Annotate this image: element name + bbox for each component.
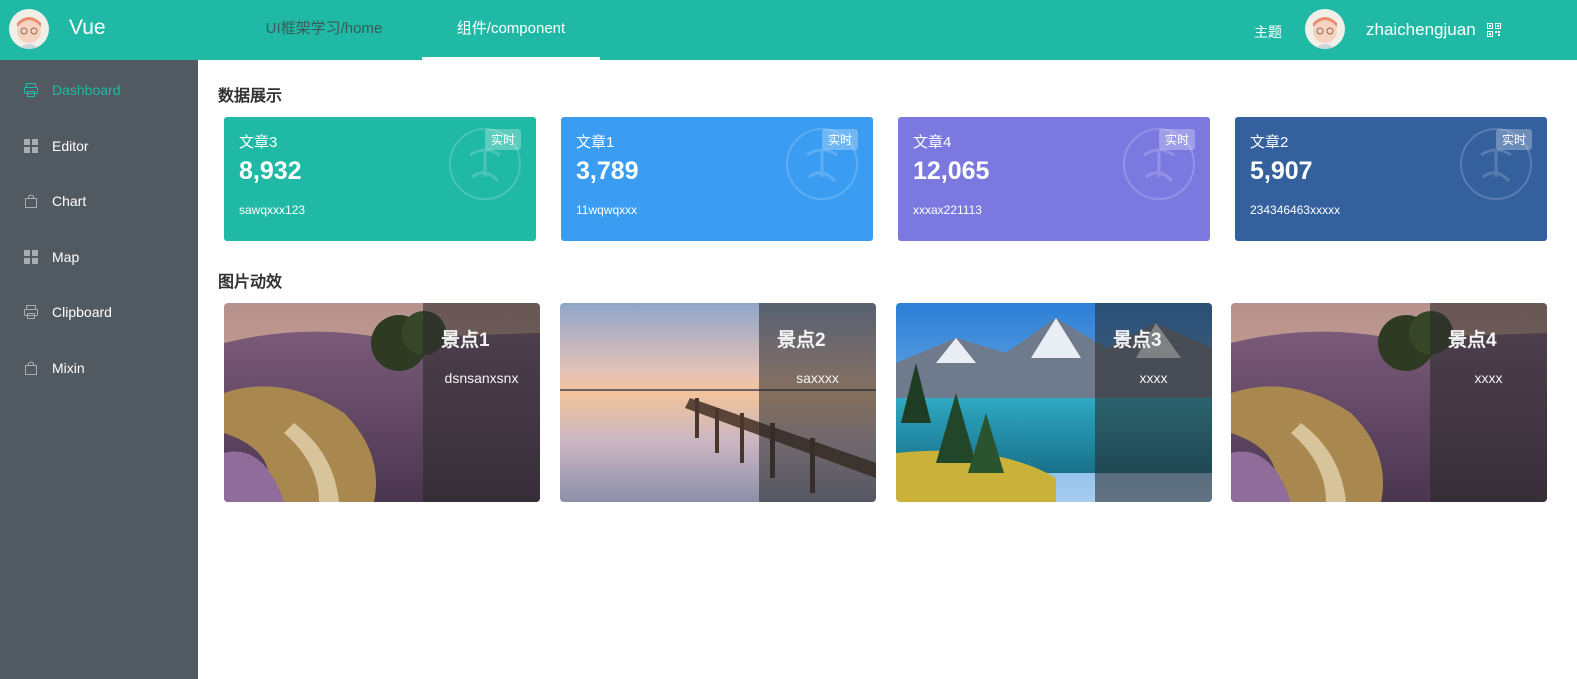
- logo-avatar: [9, 9, 49, 49]
- sidebar-item-label: Map: [52, 249, 80, 265]
- sidebar-item-map[interactable]: Map: [0, 229, 198, 285]
- sidebar: Dashboard Editor Chart Map Clipboard Mix…: [0, 60, 198, 679]
- sidebar-item-mixin[interactable]: Mixin: [0, 340, 198, 396]
- sidebar-item-clipboard[interactable]: Clipboard: [0, 284, 198, 340]
- section-title-pictures: 图片动效: [218, 274, 283, 291]
- picture-card[interactable]: 景点4 xxxx: [1231, 303, 1547, 502]
- stat-value: 5,907: [1250, 157, 1313, 185]
- picture-title: 景点1: [441, 330, 490, 351]
- sidebar-item-editor[interactable]: Editor: [0, 118, 198, 174]
- grid-icon: [24, 250, 38, 264]
- sidebar-item-dashboard[interactable]: Dashboard: [0, 62, 198, 118]
- user-avatar[interactable]: [1305, 9, 1345, 49]
- bag-icon: [25, 361, 37, 375]
- stat-card[interactable]: 文章2 实时 5,907 234346463xxxxx: [1235, 117, 1547, 241]
- sidebar-item-chart[interactable]: Chart: [0, 173, 198, 229]
- user-name[interactable]: zhaichengjuan: [1366, 20, 1476, 40]
- grid-icon: [24, 139, 38, 153]
- stat-name: 文章4: [913, 134, 952, 151]
- realtime-badge: 实时: [1158, 129, 1195, 150]
- picture-card[interactable]: 景点3 xxxx: [896, 303, 1212, 502]
- picture-desc: saxxxx: [796, 370, 839, 386]
- top-header: Vue UI框架学习/home 组件/component 主题 zhaichen…: [0, 0, 1577, 60]
- section-title-data: 数据展示: [218, 88, 283, 105]
- printer-icon: [24, 83, 38, 97]
- picture-desc: xxxx: [1474, 370, 1503, 386]
- stat-value: 8,932: [239, 157, 302, 185]
- picture-card[interactable]: 景点2 saxxxx: [560, 303, 876, 502]
- stat-card[interactable]: 文章4 实时 12,065 xxxax221113: [898, 117, 1210, 241]
- picture-title: 景点4: [1448, 330, 1497, 351]
- tab-home[interactable]: UI框架学习/home: [243, 0, 405, 60]
- stat-name: 文章3: [239, 134, 278, 151]
- picture-title: 景点3: [1113, 330, 1162, 351]
- qrcode-icon[interactable]: [1487, 23, 1501, 37]
- realtime-badge: 实时: [1495, 129, 1532, 150]
- stat-desc: xxxax221113: [913, 203, 982, 217]
- sidebar-item-label: Clipboard: [52, 304, 112, 320]
- stat-card[interactable]: 文章3 实时 8,932 sawqxxx123: [224, 117, 536, 241]
- picture-desc: dsnsanxsnx: [444, 370, 519, 386]
- printer-icon: [24, 305, 38, 319]
- picture-card[interactable]: 景点1 dsnsanxsnx: [224, 303, 540, 502]
- realtime-badge: 实时: [484, 129, 521, 150]
- picture-overlay: 景点4 xxxx: [1430, 303, 1547, 502]
- realtime-badge: 实时: [821, 129, 858, 150]
- stat-value: 12,065: [913, 157, 990, 185]
- picture-title: 景点2: [777, 330, 826, 351]
- stat-value: 3,789: [576, 157, 639, 185]
- stat-name: 文章1: [576, 134, 615, 151]
- bag-icon: [25, 194, 37, 208]
- stat-card[interactable]: 文章1 实时 3,789 11wqwqxxx: [561, 117, 873, 241]
- sidebar-item-label: Dashboard: [52, 82, 121, 98]
- theme-link[interactable]: 主题: [1254, 22, 1282, 42]
- picture-overlay: 景点1 dsnsanxsnx: [423, 303, 540, 502]
- stat-desc: 234346463xxxxx: [1250, 203, 1341, 217]
- app-title: Vue: [69, 16, 106, 39]
- sidebar-item-label: Chart: [52, 193, 87, 209]
- sidebar-item-label: Mixin: [52, 360, 85, 376]
- stat-desc: 11wqwqxxx: [576, 203, 638, 217]
- picture-desc: xxxx: [1139, 370, 1168, 386]
- tab-component[interactable]: 组件/component: [422, 0, 600, 60]
- sidebar-item-label: Editor: [52, 138, 89, 154]
- stat-name: 文章2: [1250, 134, 1289, 151]
- stat-desc: sawqxxx123: [239, 203, 306, 217]
- picture-overlay: 景点2 saxxxx: [759, 303, 876, 502]
- picture-overlay: 景点3 xxxx: [1095, 303, 1212, 502]
